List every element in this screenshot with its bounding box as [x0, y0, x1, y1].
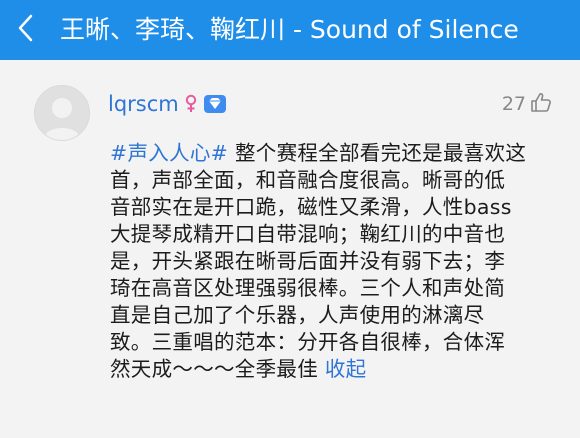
- comment-text-segment: 整个赛程全部看完还是最喜欢这: [228, 141, 527, 165]
- comment-line-7: 直是自己加了个乐器，人声使用的淋漓尽: [110, 303, 485, 327]
- collapse-link[interactable]: 收起: [325, 357, 367, 381]
- back-button[interactable]: [0, 0, 52, 60]
- comment-line-2: 首，声部全面，和音融合度很高。晰哥的低: [110, 168, 506, 192]
- like-area[interactable]: 27: [502, 89, 552, 119]
- comment-line-5: 是，开头紧跟在晰哥后面并没有弱下去；李: [110, 249, 506, 273]
- hashtag-link[interactable]: #声入人心#: [110, 141, 228, 165]
- comment-card: lqrscm 27 #声入人心# 整个赛程全部看完还是最喜欢这 首，声部全面，和…: [0, 60, 580, 438]
- chevron-left-icon: [16, 13, 36, 47]
- comment-line-1: #声入人心# 整个赛程全部看完还是最喜欢这: [110, 140, 565, 167]
- like-count: 27: [501, 93, 526, 115]
- avatar[interactable]: [34, 85, 90, 141]
- diamond-vip-icon[interactable]: [203, 94, 227, 114]
- header-bar: 王晰、李琦、鞠红川 - Sound of Silence: [0, 0, 580, 60]
- comment-text-segment: 然天成～～～全季最佳: [110, 357, 325, 381]
- comment-line-4: 大提琴成精开口自带混响；鞠红川的中音也: [110, 222, 506, 246]
- page-title: 王晰、李琦、鞠红川 - Sound of Silence: [60, 15, 519, 44]
- comment-text: #声入人心# 整个赛程全部看完还是最喜欢这 首，声部全面，和音融合度很高。晰哥的…: [110, 140, 565, 383]
- thumbs-up-icon[interactable]: [530, 91, 552, 117]
- app-window: 王晰、李琦、鞠红川 - Sound of Silence lqrscm 27 #…: [0, 0, 580, 438]
- comment-line-6: 琦在高音区处理强弱很棒。三个人和声处简: [110, 276, 506, 300]
- comment-line-9: 然天成～～～全季最佳 收起: [110, 356, 565, 383]
- comment-line-8: 致。三重唱的范本：分开各自很棒，合体浑: [110, 330, 506, 354]
- female-icon: [185, 94, 197, 114]
- user-row: lqrscm: [108, 89, 227, 119]
- comment-line-3: 音部实在是开口跪，磁性又柔滑，人性bass: [110, 195, 512, 219]
- username-link[interactable]: lqrscm: [108, 89, 179, 119]
